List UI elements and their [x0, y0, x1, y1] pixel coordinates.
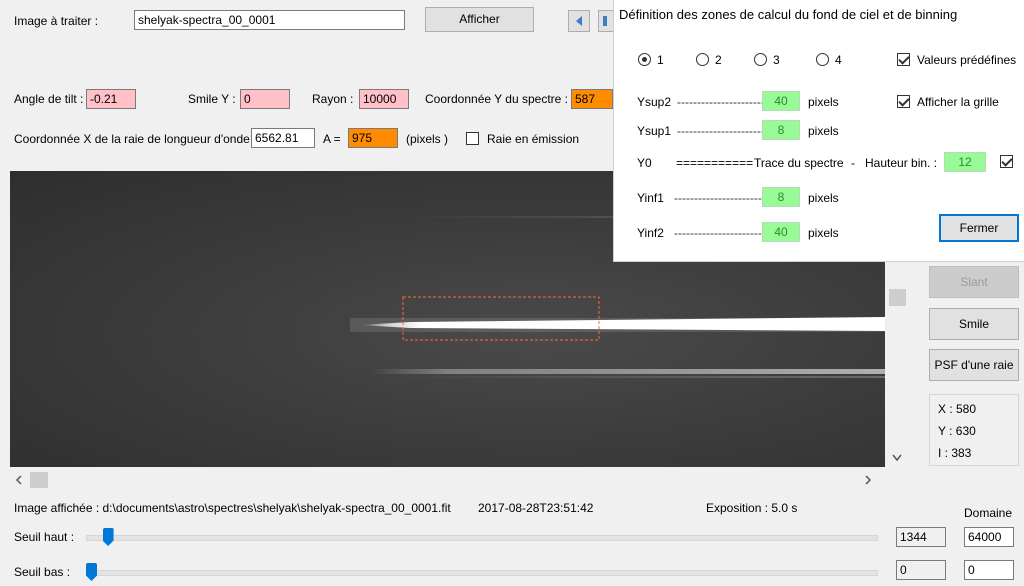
y-readout: Y : 630: [938, 424, 976, 438]
y0-label: Y0: [637, 156, 652, 170]
rayon-input[interactable]: 10000: [359, 89, 409, 109]
emission-label: Raie en émission: [487, 132, 580, 146]
yinf2-input[interactable]: 40: [762, 222, 800, 242]
ysup1-unit: pixels: [808, 124, 839, 138]
radio-option-1[interactable]: [638, 53, 651, 66]
binning-height-label: Hauteur bin. :: [865, 156, 938, 170]
ysup1-input[interactable]: 8: [762, 120, 800, 140]
ysup2-label: Ysup2: [637, 95, 672, 109]
cursor-readout-panel: X : 580 Y : 630 I : 383: [929, 394, 1019, 466]
smile-y-label: Smile Y :: [188, 92, 236, 106]
next-image-button[interactable]: [598, 10, 614, 32]
wavelength-input[interactable]: 6562.81: [251, 128, 315, 148]
yinf2-unit: pixels: [808, 226, 839, 240]
psf-button[interactable]: PSF d'une raie: [929, 349, 1019, 381]
yinf2-dashes: -----------------------: [674, 226, 766, 240]
binning-height-input[interactable]: 12: [944, 152, 986, 172]
exposure-label: Exposition : 5.0 s: [706, 501, 798, 515]
show-grid-label: Afficher la grille: [917, 95, 999, 109]
intensity-readout: I : 383: [938, 446, 972, 460]
previous-image-button[interactable]: [568, 10, 590, 32]
slant-button[interactable]: Slant: [929, 266, 1019, 298]
tilt-input[interactable]: -0.21: [86, 89, 136, 109]
low-threshold-value[interactable]: 0: [896, 560, 946, 580]
a-input[interactable]: 975: [348, 128, 398, 148]
tilt-label: Angle de tilt :: [14, 92, 84, 106]
predefined-values-label: Valeurs prédéfines: [917, 53, 1017, 67]
image-to-process-label: Image à traiter :: [14, 14, 99, 28]
smile-y-input[interactable]: 0: [240, 89, 290, 109]
y0-separator: -: [851, 156, 855, 170]
high-threshold-slider[interactable]: [102, 528, 114, 546]
dialog-title: Définition des zones de calcul du fond d…: [619, 7, 958, 22]
image-name-input[interactable]: shelyak-spectra_00_0001: [134, 10, 405, 30]
pixels-unit-label: (pixels ): [406, 132, 449, 146]
radio-label-4: 4: [835, 53, 842, 67]
ysup2-unit: pixels: [808, 95, 839, 109]
binning-checkbox[interactable]: [1000, 155, 1013, 168]
spectrum-trace-label: Trace du spectre: [754, 156, 844, 170]
yinf2-label: Yinf2: [637, 226, 664, 240]
low-threshold-label: Seuil bas :: [14, 565, 71, 579]
ysup2-input[interactable]: 40: [762, 91, 800, 111]
predefined-values-checkbox[interactable]: [897, 53, 910, 66]
chevron-left-icon[interactable]: [14, 474, 24, 486]
displayed-image-path: Image affichée : d:\documents\astro\spec…: [14, 501, 451, 515]
high-threshold-label: Seuil haut :: [14, 530, 75, 544]
horizontal-scrollbar[interactable]: [10, 470, 885, 490]
high-threshold-track[interactable]: [86, 535, 878, 541]
low-threshold-slider[interactable]: [86, 563, 97, 581]
show-grid-checkbox[interactable]: [897, 95, 910, 108]
a-label: A =: [323, 132, 341, 146]
yinf1-dashes: -----------------------: [674, 191, 766, 205]
high-domain-input[interactable]: 64000: [964, 527, 1014, 547]
radio-option-3[interactable]: [754, 53, 767, 66]
arrow-right-icon: [603, 16, 607, 26]
vertical-scroll-thumb[interactable]: [889, 289, 906, 306]
radio-label-2: 2: [715, 53, 722, 67]
yinf1-unit: pixels: [808, 191, 839, 205]
yinf1-input[interactable]: 8: [762, 187, 800, 207]
x-readout: X : 580: [938, 402, 977, 416]
radio-label-3: 3: [773, 53, 780, 67]
emission-checkbox[interactable]: [466, 132, 479, 145]
ysup2-dashes: -----------------------: [677, 95, 769, 109]
ysup1-label: Ysup1: [637, 124, 672, 138]
rayon-label: Rayon :: [312, 92, 354, 106]
domain-label: Domaine: [964, 506, 1013, 520]
radio-option-2[interactable]: [696, 53, 709, 66]
coord-x-label: Coordonnée X de la raie de longueur d'on…: [14, 132, 250, 146]
chevron-right-icon[interactable]: [863, 474, 873, 486]
chevron-down-icon[interactable]: [891, 453, 903, 463]
image-timestamp: 2017-08-28T23:51:42: [478, 501, 594, 515]
show-button[interactable]: Afficher: [425, 7, 534, 32]
low-domain-input[interactable]: 0: [964, 560, 1014, 580]
horizontal-scroll-thumb[interactable]: [30, 472, 48, 488]
y0-dashes: ===========: [676, 156, 754, 170]
radio-option-4[interactable]: [816, 53, 829, 66]
low-threshold-track[interactable]: [86, 570, 878, 576]
coord-y-label: Coordonnée Y du spectre :: [425, 92, 568, 106]
smile-button[interactable]: Smile: [929, 308, 1019, 340]
radio-label-1: 1: [657, 53, 664, 67]
arrow-left-icon: [576, 16, 582, 26]
coord-y-input[interactable]: 587: [571, 89, 613, 109]
high-threshold-value[interactable]: 1344: [896, 527, 946, 547]
close-button[interactable]: Fermer: [939, 214, 1019, 242]
binning-zones-dialog: Définition des zones de calcul du fond d…: [613, 0, 1024, 262]
ysup1-dashes: -----------------------: [677, 124, 769, 138]
yinf1-label: Yinf1: [637, 191, 664, 205]
